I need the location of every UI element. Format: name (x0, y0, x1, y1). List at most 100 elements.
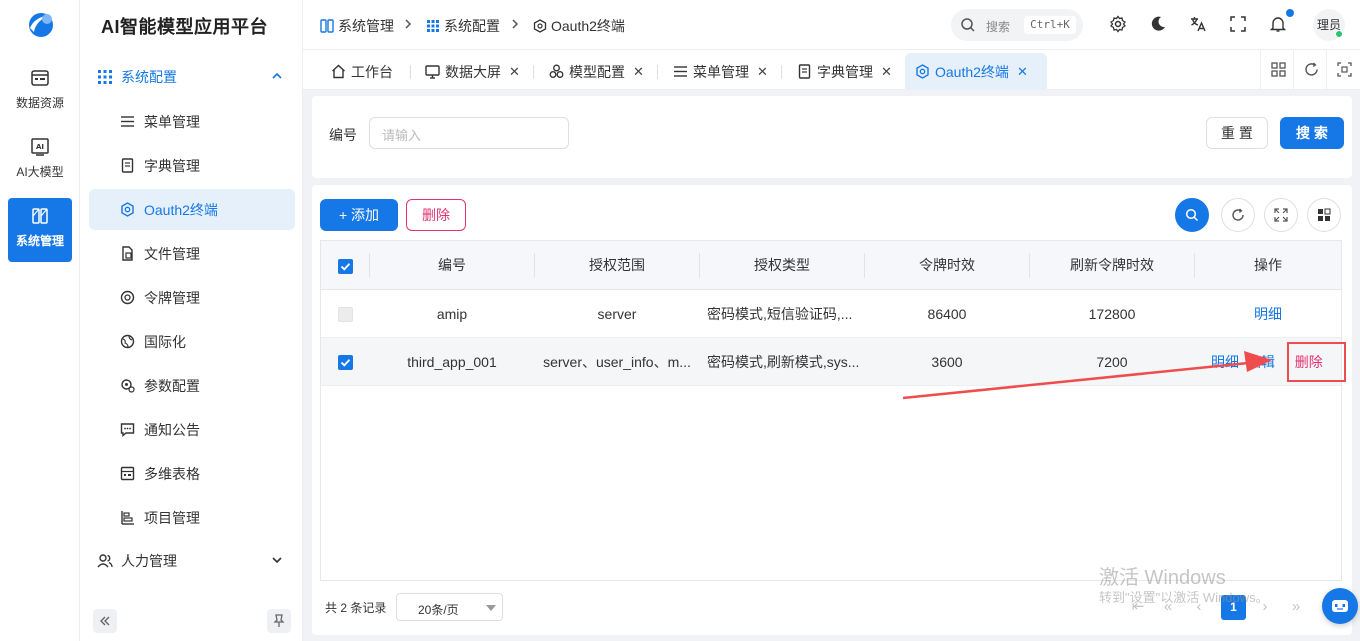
breadcrumb-label: 系统管理 (338, 18, 394, 34)
file-icon (122, 246, 133, 261)
column-header-scope: 授权范围 (589, 257, 645, 273)
tab-model-config[interactable]: 模型配置 ✕ (539, 53, 654, 90)
tab-dict-manage[interactable]: 字典管理 ✕ (787, 53, 902, 90)
tab-label: 字典管理 (817, 63, 873, 80)
detail-link[interactable]: 明细 (1254, 306, 1282, 322)
grid-icon (98, 70, 112, 84)
search-button[interactable]: 搜 索 (1280, 117, 1344, 149)
gear-icon[interactable] (1109, 15, 1127, 33)
ai-icon: AI (31, 138, 49, 156)
tab-grid-button[interactable] (1260, 50, 1294, 90)
pin-icon (273, 614, 285, 627)
tab-bar: 工作台 数据大屏 ✕ 模型配置 ✕ 菜单管理 ✕ 字典管理 ✕ Oauth2终端… (303, 50, 1360, 90)
table-fullscreen-button[interactable] (1264, 198, 1298, 232)
sidebar-group-system-config[interactable]: 系统配置 (89, 56, 295, 98)
chevron-right-icon (512, 19, 519, 29)
sidebar-item-label: 通知公告 (144, 421, 200, 438)
sidebar-item-params[interactable]: 参数配置 (89, 365, 295, 406)
fullscreen-icon[interactable] (1229, 15, 1247, 33)
hexagon-icon (533, 19, 547, 33)
search-shortcut: Ctrl+K (1024, 16, 1076, 34)
row-checkbox[interactable] (338, 355, 353, 370)
sidebar-item-file[interactable]: 文件管理 (89, 233, 295, 274)
batch-delete-button[interactable]: 删除 (406, 199, 466, 231)
cell-grant-types: 密码模式,短信验证码,... (707, 306, 853, 322)
search-icon (1185, 208, 1199, 222)
pin-sidebar-button[interactable] (267, 609, 291, 633)
close-icon[interactable]: ✕ (633, 64, 644, 80)
moon-icon[interactable] (1149, 15, 1167, 33)
sidebar-item-project[interactable]: 项目管理 (89, 497, 295, 538)
system-icon (320, 19, 334, 33)
column-header-grant-type: 授权类型 (754, 257, 810, 273)
tab-label: 工作台 (351, 63, 393, 80)
sidebar-item-multitable[interactable]: 多维表格 (89, 453, 295, 494)
sidebar-item-menu[interactable]: 菜单管理 (89, 101, 295, 142)
cell-token-ttl: 3600 (931, 354, 963, 370)
tab-label: 模型配置 (569, 63, 625, 80)
refresh-icon (1232, 208, 1244, 221)
bell-icon[interactable] (1269, 15, 1287, 33)
cell-refresh-ttl: 172800 (1088, 306, 1136, 322)
tab-maximize-button[interactable] (1326, 50, 1360, 90)
sidebar-item-notice[interactable]: 通知公告 (89, 409, 295, 450)
notification-dot (1286, 9, 1294, 17)
next-group-icon[interactable]: » (1286, 597, 1306, 617)
breadcrumb-item-system[interactable]: 系统管理 (320, 16, 394, 36)
search-icon (961, 18, 975, 32)
tab-data-screen[interactable]: 数据大屏 ✕ (415, 53, 530, 90)
select-all-checkbox[interactable] (338, 259, 353, 274)
sidebar-item-i18n[interactable]: 国际化 (89, 321, 295, 362)
tab-label: 菜单管理 (693, 63, 749, 80)
detail-link[interactable]: 明细 (1211, 354, 1239, 370)
cubes-icon (549, 64, 564, 78)
close-icon[interactable]: ✕ (1017, 64, 1028, 80)
robot-icon (1332, 600, 1348, 612)
search-placeholder: 搜索 (986, 20, 1011, 34)
hexagon-icon (121, 202, 134, 217)
avatar[interactable]: 理员 (1313, 9, 1345, 41)
collapse-sidebar-button[interactable] (93, 609, 117, 633)
rail-item-data-resource[interactable]: 数据资源 (8, 60, 72, 124)
tab-menu-manage[interactable]: 菜单管理 ✕ (663, 53, 778, 90)
cell-scope: server、user_info、m... (543, 354, 691, 370)
global-search[interactable]: 搜索 Ctrl+K (951, 9, 1083, 41)
breadcrumb-item-config[interactable]: 系统配置 (426, 16, 500, 36)
sidebar-item-token[interactable]: 令牌管理 (89, 277, 295, 318)
message-icon (120, 423, 135, 437)
sidebar-item-oauth2[interactable]: Oauth2终端 (89, 189, 295, 230)
toggle-search-button[interactable] (1175, 198, 1209, 232)
refresh-table-button[interactable] (1221, 198, 1255, 232)
column-settings-button[interactable] (1307, 198, 1341, 232)
check-icon (340, 359, 351, 367)
cell-token-ttl: 86400 (927, 306, 967, 322)
settings-gear-icon (121, 379, 135, 393)
translate-icon[interactable] (1189, 15, 1207, 33)
assistant-button[interactable] (1322, 588, 1358, 624)
online-status-dot (1335, 30, 1343, 38)
total-records: 共 2 条记录 (325, 601, 387, 615)
rail-item-label: 系统管理 (15, 234, 64, 248)
sidebar-item-label: 国际化 (144, 333, 186, 350)
sidebar: AI智能模型应用平台 系统配置 菜单管理 字典管理 Oauth2终端 文件管理 … (80, 0, 303, 641)
close-icon[interactable]: ✕ (757, 64, 768, 80)
list-icon (674, 66, 687, 77)
edit-link[interactable]: 编辑 (1247, 354, 1275, 370)
close-icon[interactable]: ✕ (509, 64, 520, 80)
sidebar-group-hr[interactable]: 人力管理 (89, 540, 295, 582)
tab-oauth2[interactable]: Oauth2终端 ✕ (905, 53, 1047, 90)
rail-item-ai-model[interactable]: AI AI大模型 (8, 129, 72, 193)
tab-workbench[interactable]: 工作台 (321, 53, 403, 90)
row-checkbox[interactable] (338, 307, 353, 322)
sidebar-item-dict[interactable]: 字典管理 (89, 145, 295, 186)
page-size-select[interactable]: 20条/页 (396, 593, 503, 621)
reset-button[interactable]: 重 置 (1206, 117, 1268, 149)
rail-item-system[interactable]: 系统管理 (8, 198, 72, 262)
grid-icon (1271, 62, 1286, 77)
id-search-input[interactable]: 请输入 (369, 117, 569, 149)
check-icon (340, 263, 351, 271)
grid-icon (427, 20, 439, 32)
tab-refresh-button[interactable] (1293, 50, 1327, 90)
close-icon[interactable]: ✕ (881, 64, 892, 80)
add-button[interactable]: + 添加 (320, 199, 398, 231)
